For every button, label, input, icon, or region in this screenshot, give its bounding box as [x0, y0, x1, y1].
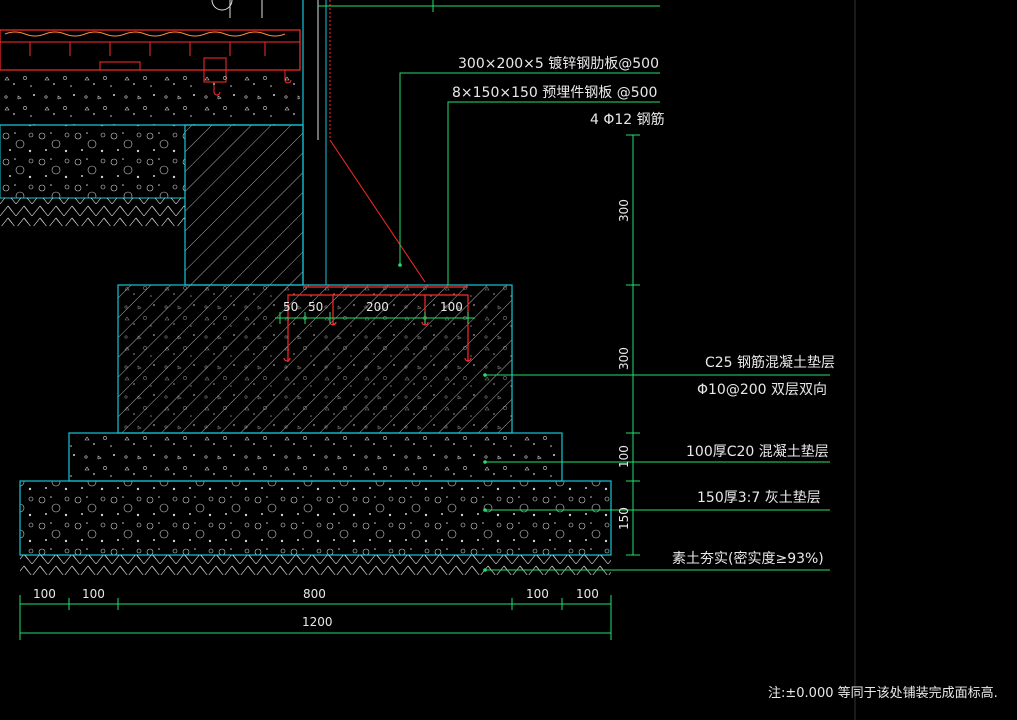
callout-embedded-plate: 8×150×150 预埋件钢板 @500	[452, 85, 657, 101]
vertical-dimension-chain	[626, 134, 640, 556]
callout-c25-layer: C25 钢筋混凝土垫层	[705, 354, 835, 371]
vdim-1: 300	[617, 199, 631, 222]
callout-c20-layer: 100厚C20 混凝土垫层	[686, 444, 829, 460]
compacted-soil	[20, 555, 611, 575]
bdim-4: 100	[526, 587, 549, 601]
cad-drawing-canvas: 50 50 200 100 300×200×5 镀锌钢肋板@500 8×150×…	[0, 0, 998, 720]
callout-compacted-soil: 素土夯实(密实度≥93%)	[672, 550, 824, 567]
inner-dim-1: 50	[283, 300, 298, 314]
c20-concrete-layer	[68, 432, 563, 482]
bdim-5: 100	[576, 587, 599, 601]
vdim-3: 100	[617, 445, 631, 468]
inner-dim-2: 50	[308, 300, 323, 314]
vdim-4: 150	[617, 507, 631, 530]
lime-soil-layer	[19, 480, 612, 556]
paving-structure	[0, 0, 660, 286]
callout-steel-plate: 300×200×5 镀锌钢肋板@500	[458, 55, 659, 72]
bdim-2: 100	[82, 587, 105, 601]
inner-dim-4: 100	[440, 300, 463, 314]
callout-lime-soil: 150厚3:7 灰土垫层	[697, 490, 821, 506]
bdim-1: 100	[33, 587, 56, 601]
total-width-dim: 1200	[302, 615, 333, 629]
callout-c25-rebar: Φ10@200 双层双向	[697, 382, 827, 398]
bdim-3: 800	[303, 587, 326, 601]
drawing-note: 注:±0.000 等同于该处铺装完成面标高.	[768, 685, 998, 701]
vdim-2: 300	[617, 347, 631, 370]
callout-rebar: 4 Φ12 钢筋	[590, 111, 665, 128]
inner-dim-3: 200	[366, 300, 389, 314]
